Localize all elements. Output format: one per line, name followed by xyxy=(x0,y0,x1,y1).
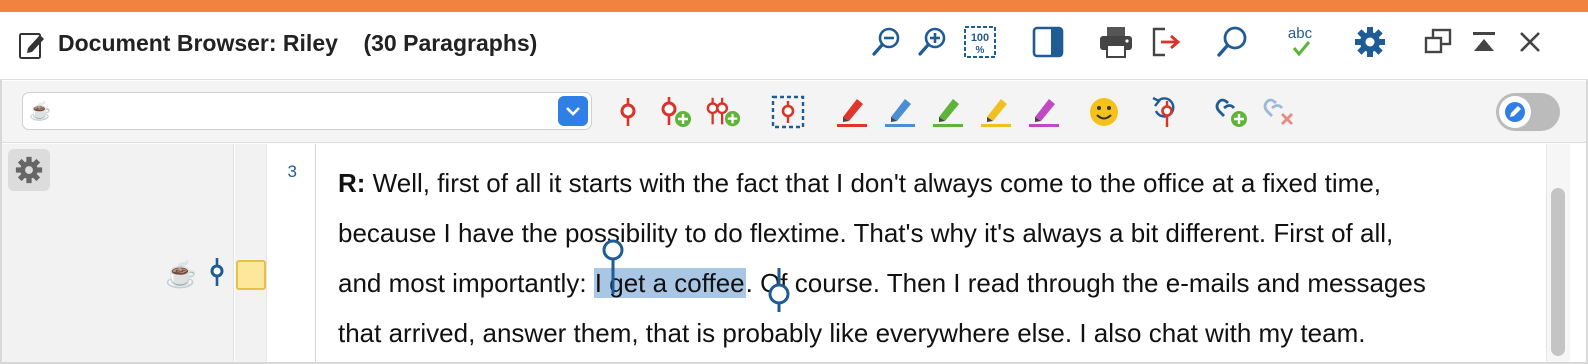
code-emoji-marker[interactable]: ☕ xyxy=(165,260,197,288)
code-gutter: ☕ xyxy=(2,144,234,362)
text-line: that arrived, answer them, that is proba… xyxy=(338,318,1366,348)
pencil-icon xyxy=(1499,96,1531,128)
search-icon[interactable] xyxy=(1214,24,1250,60)
coding-stripe-icon[interactable] xyxy=(206,257,228,292)
memo-column xyxy=(235,144,267,362)
sidebar-toggle-icon[interactable] xyxy=(1030,24,1066,60)
spellcheck-icon[interactable]: abc xyxy=(1282,24,1318,60)
highlight-yellow-icon[interactable] xyxy=(978,94,1014,130)
selection-end-handle[interactable] xyxy=(767,268,791,323)
edit-mode-toggle[interactable] xyxy=(1496,93,1560,131)
highlight-red-icon[interactable] xyxy=(834,94,870,130)
code-icon[interactable] xyxy=(610,94,646,130)
code-selector-value: ☕ xyxy=(29,101,52,121)
coding-toolbar: ☕ xyxy=(2,81,1586,143)
memo-icon[interactable] xyxy=(236,260,266,290)
zoom-in-icon[interactable] xyxy=(914,24,950,60)
print-icon[interactable] xyxy=(1098,24,1134,60)
collapse-icon[interactable] xyxy=(1466,24,1502,60)
highlight-magenta-icon[interactable] xyxy=(1026,94,1062,130)
gear-icon xyxy=(15,156,43,184)
svg-text:abc: abc xyxy=(1288,25,1313,42)
paragraph-text[interactable]: R: Well, first of all it starts with the… xyxy=(338,158,1538,358)
text-line: and most importantly: I get a coffee. Of… xyxy=(338,268,1426,298)
paragraph-number-column: 3 xyxy=(268,144,316,362)
emoji-icon[interactable] xyxy=(1086,94,1122,130)
speaker-label: R: xyxy=(338,168,366,198)
svg-text:100: 100 xyxy=(971,32,989,44)
highlight-green-icon[interactable] xyxy=(930,94,966,130)
document-content-area: ☕ 3 R: Well, first of all it starts with… xyxy=(2,144,1586,362)
text-line: R: Well, first of all it starts with the… xyxy=(338,168,1381,198)
title-bar: Document Browser: Riley (30 Paragraphs) … xyxy=(0,12,1588,80)
zoom-out-icon[interactable] xyxy=(868,24,904,60)
link-add-icon[interactable] xyxy=(1214,94,1250,130)
gutter-settings-button[interactable] xyxy=(8,149,50,191)
code-selection-icon[interactable] xyxy=(770,94,806,130)
code-selector-dropdown[interactable]: ☕ xyxy=(22,92,592,130)
settings-icon[interactable] xyxy=(1352,24,1388,60)
undo-code-icon[interactable] xyxy=(1148,94,1184,130)
code-multiple-new-icon[interactable] xyxy=(706,94,742,130)
paragraph-number: 3 xyxy=(287,162,297,181)
document-edit-icon xyxy=(18,30,46,60)
vertical-scrollbar[interactable] xyxy=(1546,144,1570,362)
undock-icon[interactable] xyxy=(1420,24,1456,60)
svg-text:%: % xyxy=(976,45,985,56)
chevron-down-icon[interactable] xyxy=(558,96,588,126)
code-new-icon[interactable] xyxy=(658,94,694,130)
text-line: because I have the possibility to do fle… xyxy=(338,218,1394,248)
window-title: Document Browser: Riley (30 Paragraphs) xyxy=(58,30,538,56)
window-accent-bar xyxy=(0,0,1588,12)
scrollbar-thumb[interactable] xyxy=(1551,188,1565,356)
export-icon[interactable] xyxy=(1148,24,1184,60)
highlight-blue-icon[interactable] xyxy=(882,94,918,130)
zoom-100-icon[interactable]: 100% xyxy=(962,24,998,60)
selection-start-handle[interactable] xyxy=(601,238,625,299)
link-remove-icon[interactable] xyxy=(1262,94,1298,130)
close-icon[interactable] xyxy=(1512,24,1548,60)
